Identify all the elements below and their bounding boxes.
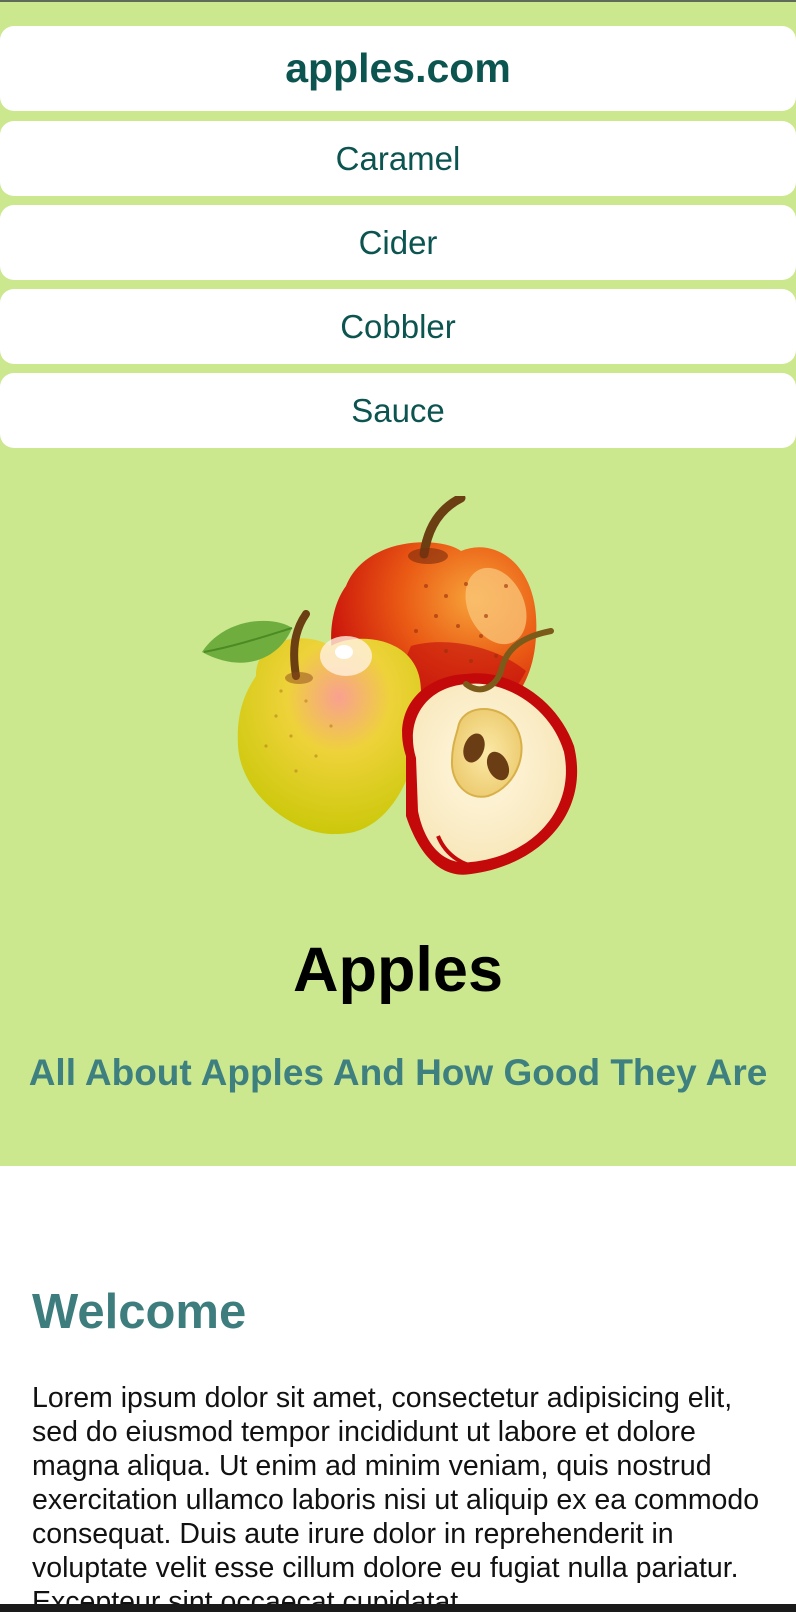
- welcome-heading: Welcome: [32, 1285, 247, 1339]
- site-navigation: apples.com Caramel Cider Cobbler Sauce: [0, 0, 796, 448]
- nav-link-cobbler[interactable]: Cobbler: [0, 289, 796, 364]
- welcome-paragraph: Lorem ipsum dolor sit amet, consectetur …: [32, 1382, 760, 1612]
- nav-link-caramel[interactable]: Caramel: [0, 121, 796, 196]
- brand-link[interactable]: apples.com: [0, 26, 796, 111]
- bottom-edge: [0, 1604, 796, 1612]
- nav-link-cider[interactable]: Cider: [0, 205, 796, 280]
- page-subtitle: All About Apples And How Good They Are: [28, 1052, 768, 1093]
- page-title: Apples: [292, 935, 504, 1005]
- hero-section: Apples All About Apples And How Good The…: [0, 448, 796, 1166]
- nav-link-sauce[interactable]: Sauce: [0, 373, 796, 448]
- main-content: Welcome Lorem ipsum dolor sit amet, cons…: [0, 1166, 796, 1612]
- apples-illustration: [202, 496, 578, 875]
